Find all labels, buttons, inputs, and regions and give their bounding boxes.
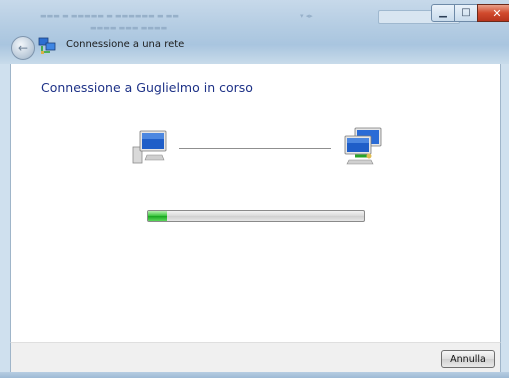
glass-blur-text: ▾ ◂▸ <box>300 12 313 20</box>
title-bar: ▬▬▬ ▬ ▬▬▬▬▬ ▬ ▬▬▬▬▬▬ ▬ ▬▬ ▾ ◂▸ ▬▬▬▬ ▬▬▬ … <box>0 0 509 64</box>
connection-line <box>179 148 331 149</box>
close-icon: ✕ <box>492 6 502 20</box>
minimize-icon: ▁ <box>439 7 447 18</box>
command-bar: Annulla <box>10 342 501 373</box>
glass-blur-text: ▬▬▬ ▬ ▬▬▬▬▬ ▬ ▬▬▬▬▬▬ ▬ ▬▬ <box>40 12 180 20</box>
window-title: Connessione a una rete <box>66 39 185 50</box>
page-heading: Connessione a Guglielmo in corso <box>41 80 253 95</box>
back-button[interactable]: ← <box>11 36 35 60</box>
cancel-button[interactable]: Annulla <box>441 350 495 368</box>
minimize-button[interactable]: ▁ <box>431 4 455 22</box>
window-frame-bottom <box>0 372 509 378</box>
connection-progress-bar <box>147 210 365 222</box>
window-controls: ▁ □ ✕ <box>431 4 509 22</box>
computer-icon <box>132 130 167 164</box>
maximize-icon: □ <box>461 7 471 18</box>
content-panel: Connessione a Guglielmo in corso <box>10 64 501 342</box>
close-button[interactable]: ✕ <box>477 4 509 22</box>
maximize-button[interactable]: □ <box>454 4 478 22</box>
network-computers-icon <box>344 127 382 165</box>
network-icon <box>38 37 56 54</box>
progress-bar-fill <box>148 211 168 221</box>
glass-blur-text: ▬▬▬▬ ▬▬▬ ▬▬▬▬ <box>90 24 168 32</box>
back-arrow-icon: ← <box>17 41 29 55</box>
